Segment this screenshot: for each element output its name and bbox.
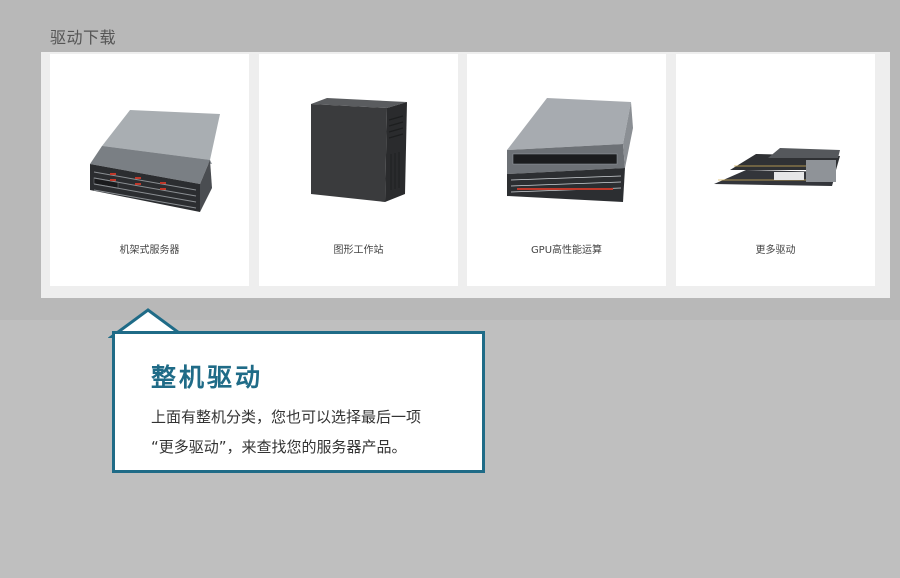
category-label: GPU高性能运算 xyxy=(530,245,603,256)
more-servers-image xyxy=(714,148,840,186)
gpu-server-image xyxy=(507,98,633,202)
callout-body: 上面有整机分类，您也可以选择最后一项 “更多驱动”，来查找您的服务器产品。 xyxy=(151,402,471,462)
callout-title: 整机驱动 xyxy=(151,363,264,392)
category-card-workstation[interactable]: 图形工作站 xyxy=(259,54,458,286)
category-card-more[interactable]: 更多驱动 xyxy=(676,54,875,286)
category-card-rack-server[interactable]: 机架式服务器 xyxy=(50,54,249,286)
rack-server-image xyxy=(90,110,220,212)
callout-line-2: “更多驱动”，来查找您的服务器产品。 xyxy=(151,438,407,456)
info-callout: 整机驱动 上面有整机分类，您也可以选择最后一项 “更多驱动”，来查找您的服务器产… xyxy=(112,331,485,473)
category-card-gpu[interactable]: GPU高性能运算 xyxy=(467,54,666,286)
section-title: 驱动下载 xyxy=(50,28,117,47)
category-panel: 机架式服务器 图形工作站 GPU高性能运算 更多驱动 xyxy=(41,52,890,298)
callout-line-1: 上面有整机分类，您也可以选择最后一项 xyxy=(151,408,422,426)
category-label: 更多驱动 xyxy=(755,245,796,256)
category-label: 机架式服务器 xyxy=(119,245,180,256)
tower-workstation-image xyxy=(311,98,407,202)
category-label: 图形工作站 xyxy=(333,245,384,256)
